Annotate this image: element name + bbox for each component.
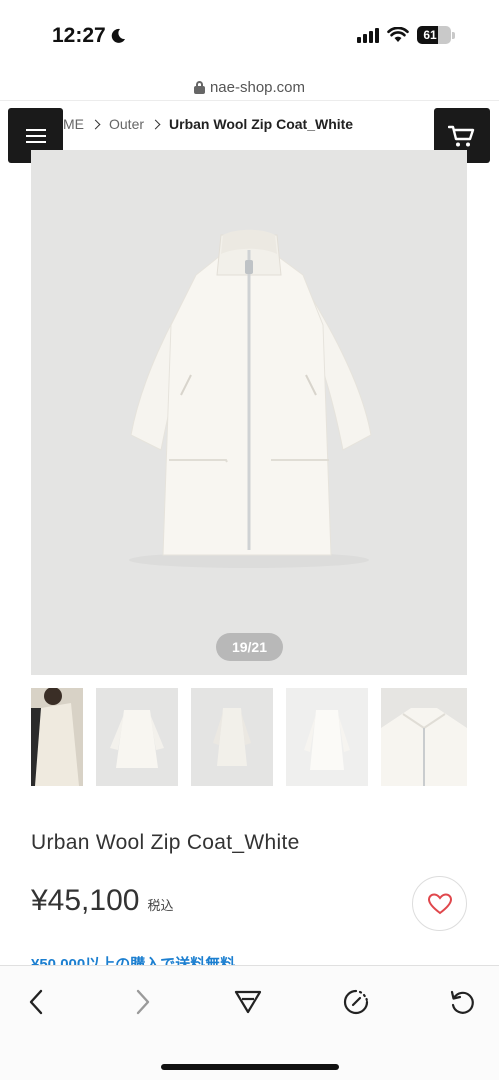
price-row: ¥45,100 税込 [31,884,173,918]
breadcrumb-current: Urban Wool Zip Coat_White [169,116,354,132]
timer-icon [343,989,369,1015]
tax-label: 税込 [147,898,174,913]
browser-toolbar [0,965,499,1080]
forward-button[interactable] [125,984,161,1020]
heart-icon [427,892,452,914]
signal-icon [357,27,379,43]
shipping-note[interactable]: ¥50,000以上の購入で送料無料 [31,953,235,965]
forward-icon [136,989,150,1015]
reload-icon [450,990,474,1014]
battery-icon: 61 [417,26,451,44]
hamburger-icon [25,128,46,131]
home-indicator[interactable] [161,1064,339,1070]
cart-icon [448,125,475,146]
favorite-button[interactable] [412,876,467,931]
thumbnail-5[interactable] [381,688,467,786]
thumbnail-1[interactable] [31,688,83,786]
product-price: ¥45,100 [31,884,140,917]
thumbnail-3[interactable] [191,688,273,786]
moon-icon [111,28,125,43]
status-indicators: 61 [357,26,455,44]
reload-button[interactable] [444,984,480,1020]
url-bar[interactable]: nae-shop.com [0,76,499,98]
battery-level: 61 [423,28,437,42]
lock-icon [193,80,205,94]
thumbnail-strip [31,688,467,786]
share-button[interactable] [230,984,266,1020]
shipping-note-text: ¥50,000以上の購入で送料無料 [31,956,236,965]
back-button[interactable] [18,984,54,1020]
chevron-right-icon [90,119,101,129]
share-icon [234,990,262,1014]
thumbnail-2[interactable] [96,688,178,786]
chevron-right-icon [150,119,161,129]
thumbnail-4[interactable] [286,688,368,786]
wifi-icon [387,27,409,42]
breadcrumb-item-home[interactable]: ME [63,116,84,132]
product-name: Urban Wool Zip Coat_White [31,831,300,854]
status-bar: 12:27 61 [0,0,499,70]
timer-button[interactable] [338,984,374,1020]
divider [0,100,499,101]
image-counter: 19/21 [216,633,283,661]
product-main-image[interactable] [31,150,467,675]
breadcrumb-item-outer[interactable]: Outer [109,116,144,132]
breadcrumb: ME Outer Urban Wool Zip Coat_White [63,115,353,133]
back-icon [29,989,43,1015]
status-time: 12:27 [52,24,126,48]
url-text: nae-shop.com [209,78,306,96]
clock-text: 12:27 [52,24,106,47]
coat-image [31,150,467,675]
